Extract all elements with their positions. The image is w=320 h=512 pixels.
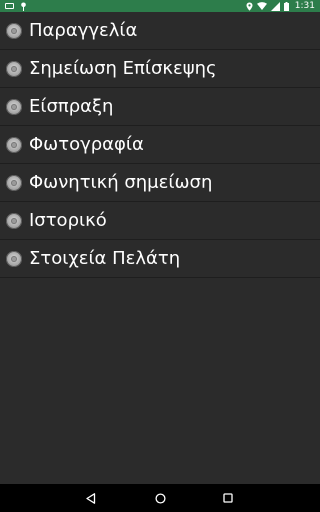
menu-list: Παραγγελία Σημείωση Επίσκεψης Είσπραξη Φ…: [0, 12, 320, 278]
status-left-icons: [5, 0, 27, 12]
menu-item-label: Είσπραξη: [29, 96, 114, 117]
radio-bullet-icon: [6, 212, 22, 229]
battery-icon: [283, 1, 289, 11]
radio-bullet-icon: [6, 174, 22, 191]
navigation-bar: [0, 484, 320, 512]
menu-item-customer-details[interactable]: Στοιχεία Πελάτη: [0, 240, 320, 278]
home-icon[interactable]: [150, 488, 170, 508]
radio-bullet-icon: [6, 60, 22, 77]
back-icon[interactable]: [81, 488, 101, 508]
menu-item-label: Ιστορικό: [29, 210, 107, 231]
menu-item-order[interactable]: Παραγγελία: [0, 12, 320, 50]
status-right-icons: 1:31: [246, 0, 315, 12]
screenshot-icon: [5, 3, 14, 9]
pin-icon: [20, 2, 27, 11]
menu-item-label: Φωνητική σημείωση: [29, 172, 213, 193]
app-screen: 1:31 Παραγγελία Σημείωση Επίσκεψης Είσπρ…: [0, 0, 320, 512]
menu-item-collection[interactable]: Είσπραξη: [0, 88, 320, 126]
menu-item-visit-note[interactable]: Σημείωση Επίσκεψης: [0, 50, 320, 88]
signal-icon: [270, 1, 280, 11]
menu-item-photo[interactable]: Φωτογραφία: [0, 126, 320, 164]
menu-item-voice-note[interactable]: Φωνητική σημείωση: [0, 164, 320, 202]
wifi-icon: [256, 2, 267, 10]
menu-item-label: Σημείωση Επίσκεψης: [29, 58, 217, 79]
radio-bullet-icon: [6, 98, 22, 115]
menu-item-history[interactable]: Ιστορικό: [0, 202, 320, 240]
menu-item-label: Φωτογραφία: [29, 134, 144, 155]
radio-bullet-icon: [6, 250, 22, 267]
status-bar: 1:31: [0, 0, 320, 12]
menu-item-label: Στοιχεία Πελάτη: [29, 248, 181, 269]
radio-bullet-icon: [6, 136, 22, 153]
menu-item-label: Παραγγελία: [29, 20, 138, 41]
radio-bullet-icon: [6, 22, 22, 39]
status-clock: 1:31: [294, 1, 315, 11]
recent-apps-icon[interactable]: [218, 488, 238, 508]
location-icon: [246, 2, 253, 11]
